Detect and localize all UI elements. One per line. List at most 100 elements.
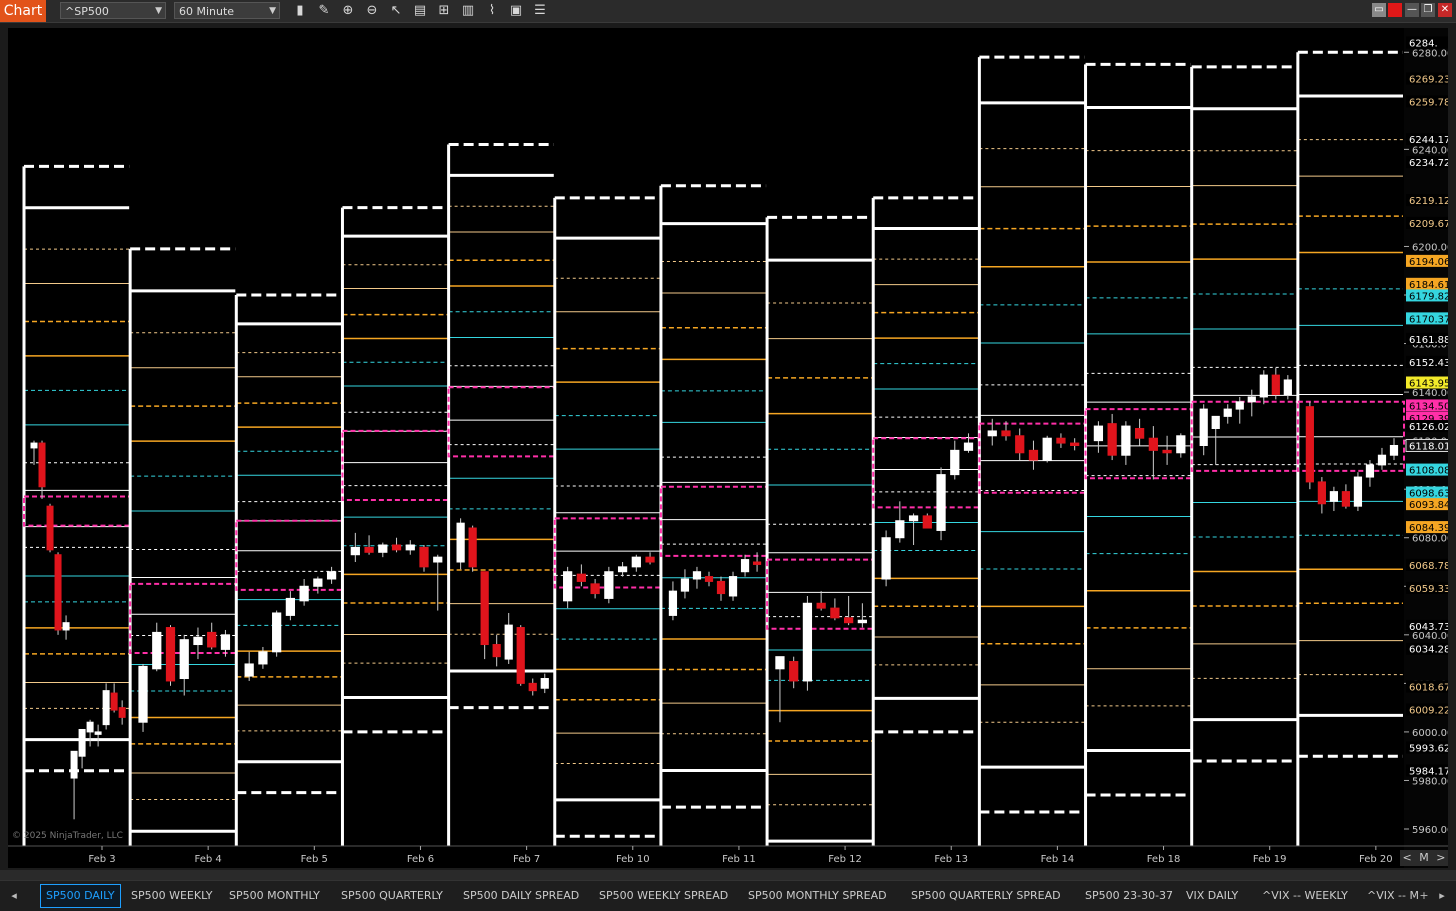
- candle-body: [1341, 491, 1351, 507]
- zoom-in-icon[interactable]: ⊕: [340, 3, 356, 19]
- price-label: 5984.17: [1409, 766, 1448, 777]
- candle-body: [86, 721, 94, 733]
- x-tick-label: Feb 12: [828, 854, 862, 865]
- y-tick-label: 6280.00: [1412, 48, 1448, 59]
- tab-vix-weekly[interactable]: ^VIX -- WEEKLY: [1262, 885, 1348, 907]
- candle-body: [1247, 396, 1256, 403]
- y-tick-label: 5960.00: [1412, 825, 1448, 836]
- candle-body: [922, 515, 932, 529]
- tabs-right-button[interactable]: ▸: [1436, 885, 1448, 907]
- candle-body: [830, 607, 840, 619]
- tab-sp500-weekly-spread[interactable]: SP500 WEEKLY SPREAD: [599, 885, 728, 907]
- chevron-down-icon: ▼: [269, 6, 276, 16]
- price-chart[interactable]: 6280.006240.006200.006180.006160.006140.…: [8, 28, 1448, 868]
- candle-body: [604, 571, 614, 599]
- cursor-icon[interactable]: ↖: [388, 3, 404, 19]
- candle-body: [46, 505, 54, 551]
- candle-body: [1093, 425, 1104, 442]
- price-label: 6194.06: [1409, 257, 1448, 268]
- chart-panel[interactable]: 6280.006240.006200.006180.006160.006140.…: [8, 28, 1448, 868]
- candle-body: [704, 576, 714, 582]
- candle-body: [1001, 430, 1011, 437]
- candle-body: [1107, 423, 1117, 456]
- maximize-button[interactable]: ❐: [1421, 3, 1435, 17]
- chart-tabs-bar: ◂ SP500 DAILY SP500 WEEKLY SP500 MONTHLY…: [0, 880, 1456, 911]
- tab-sp500-daily[interactable]: SP500 DAILY: [40, 884, 121, 908]
- candle-body: [1377, 454, 1387, 466]
- candle-body: [728, 576, 738, 597]
- candle-body: [110, 692, 118, 711]
- candle-body: [419, 546, 429, 568]
- price-label: 6034.28: [1409, 645, 1448, 656]
- chart-tab[interactable]: Chart: [0, 0, 46, 22]
- candle-body: [364, 546, 374, 553]
- zoom-out-icon[interactable]: ⊖: [364, 3, 380, 19]
- watermark: © 2025 NinjaTrader, LLC: [12, 831, 123, 841]
- tab-sp500-monthly-spread[interactable]: SP500 MONTHLY SPREAD: [748, 885, 887, 907]
- candle-body: [716, 580, 726, 595]
- price-label: 6068.78: [1409, 561, 1448, 572]
- candle-body: [802, 602, 813, 682]
- candle-body: [516, 627, 525, 684]
- candle-body: [62, 622, 70, 631]
- x-tick-label: Feb 14: [1041, 854, 1075, 865]
- candle-body: [1305, 406, 1314, 483]
- interval-value: 60 Minute: [179, 5, 235, 18]
- close-button[interactable]: ✕: [1438, 3, 1452, 17]
- candle-body: [207, 631, 217, 648]
- price-label: 6043.73: [1409, 622, 1448, 633]
- candle-body: [272, 612, 282, 653]
- tab-sp500-quarterly[interactable]: SP500 QUARTERLY: [341, 885, 443, 907]
- candle-body: [285, 597, 296, 616]
- candle-body: [220, 634, 231, 650]
- properties-icon[interactable]: ▤: [412, 3, 428, 19]
- mode-button[interactable]: M: [1419, 851, 1429, 864]
- list-icon[interactable]: ☰: [532, 3, 548, 19]
- tab-sp500-monthly[interactable]: SP500 MONTHLY: [229, 885, 320, 907]
- tab-sp500-quarterly-spread[interactable]: SP500 QUARTERLY SPREAD: [911, 885, 1061, 907]
- scroll-right-button[interactable]: >: [1436, 851, 1445, 864]
- scroll-left-button[interactable]: <: [1403, 851, 1412, 864]
- link-button[interactable]: [1388, 3, 1402, 17]
- tab-sp500-daily-spread[interactable]: SP500 DAILY SPREAD: [463, 885, 579, 907]
- template-icon[interactable]: ⊞: [436, 3, 452, 19]
- candle-body: [1162, 449, 1172, 454]
- candle-body: [405, 544, 415, 551]
- bar-style-icon[interactable]: ▮: [292, 3, 308, 19]
- interval-selector[interactable]: 60 Minute ▼: [174, 2, 280, 19]
- chart-nav: < M >: [1400, 850, 1448, 866]
- symbol-selector[interactable]: ^SP500 ▼: [60, 2, 166, 19]
- candle-body: [680, 578, 690, 592]
- candle-body: [1283, 379, 1292, 396]
- candle-body: [78, 728, 86, 757]
- draw-icon[interactable]: ✎: [316, 3, 332, 19]
- add-tab-button[interactable]: +: [1418, 885, 1430, 907]
- candle-body: [950, 449, 960, 476]
- tab-vix-monthly[interactable]: ^VIX -- M: [1367, 885, 1419, 907]
- candle-body: [1329, 491, 1338, 502]
- save-icon[interactable]: ▣: [508, 3, 524, 19]
- candle-body: [313, 578, 323, 587]
- tabs-left-button[interactable]: ◂: [8, 885, 20, 907]
- restore-button[interactable]: ▭: [1372, 3, 1386, 17]
- candle-body: [631, 556, 641, 568]
- minimize-button[interactable]: —: [1405, 3, 1419, 17]
- y-tick-label: 6000.00: [1412, 728, 1448, 739]
- price-label: 6179.82: [1409, 291, 1448, 302]
- y-tick-label: 6080.00: [1412, 534, 1448, 545]
- tab-sp500-23-30-37[interactable]: SP500 23-30-37: [1085, 885, 1173, 907]
- indicators-icon[interactable]: ▥: [460, 3, 476, 19]
- candle-body: [118, 707, 126, 718]
- x-tick-label: Feb 10: [616, 854, 650, 865]
- x-tick-label: Feb 18: [1147, 854, 1181, 865]
- candle-body: [844, 617, 854, 624]
- tab-vix-daily[interactable]: VIX DAILY: [1186, 885, 1238, 907]
- horizontal-scrollbar[interactable]: [0, 870, 1456, 880]
- studies-icon[interactable]: ⌇: [484, 3, 500, 19]
- x-tick-label: Feb 11: [722, 854, 756, 865]
- candle-body: [138, 665, 148, 723]
- candle-body: [789, 661, 799, 682]
- tab-sp500-weekly[interactable]: SP500 WEEKLY: [131, 885, 213, 907]
- candle-body: [668, 590, 678, 616]
- candle-body: [38, 442, 46, 488]
